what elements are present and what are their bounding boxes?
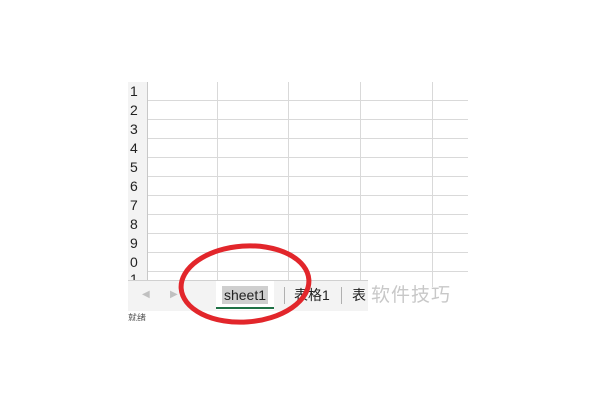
red-circle-mark xyxy=(178,243,312,325)
annotation-circle xyxy=(178,243,312,325)
